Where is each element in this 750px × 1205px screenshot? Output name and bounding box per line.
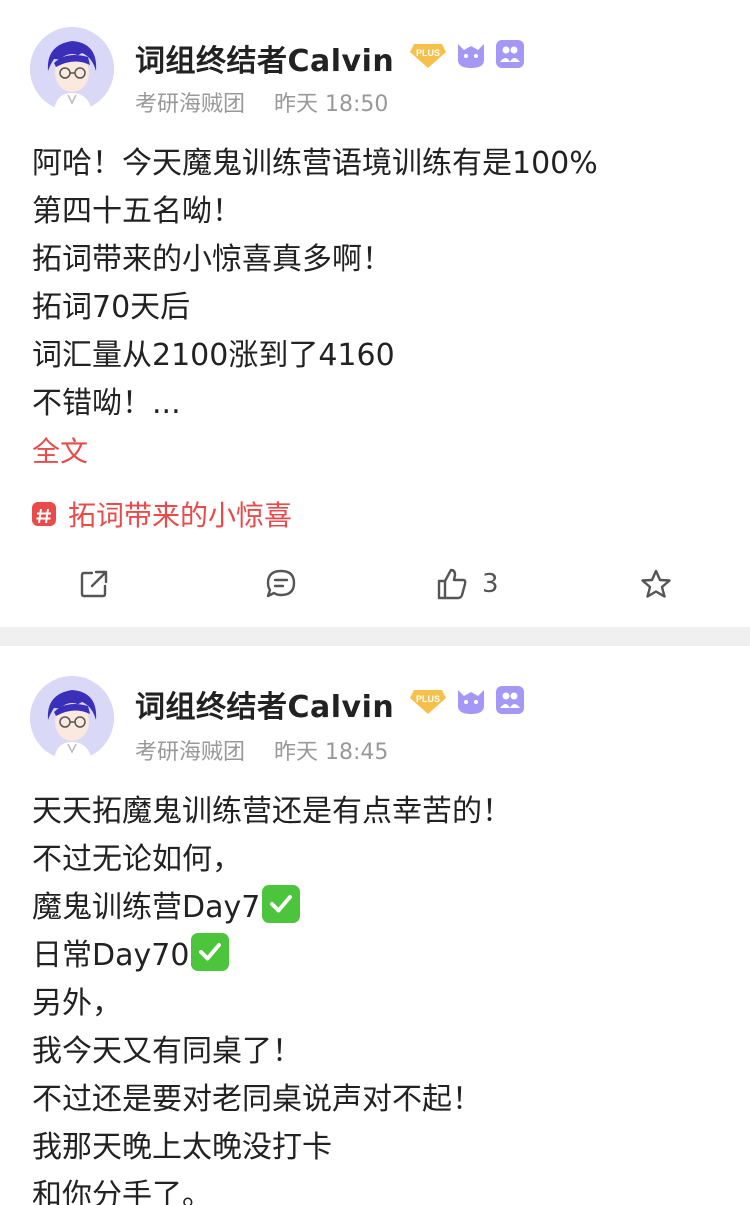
content-line: 不过无论如何， [32, 842, 242, 877]
group-badge-icon [496, 686, 524, 714]
avatar[interactable] [30, 676, 114, 760]
content-line: 日常Day70 [32, 932, 720, 980]
content-line: 词汇量从2100涨到了4160 [32, 338, 395, 373]
post-content[interactable]: 天天拓魔鬼训练营还是有点幸苦的！ 不过无论如何， 魔鬼训练营Day7 日常Day… [32, 788, 720, 1205]
topic-tag[interactable]: 拓词带来的小惊喜 [32, 494, 292, 534]
content-line: 另外， [32, 986, 122, 1021]
group-name[interactable]: 考研海贼团 [135, 92, 245, 117]
content-line: 我那天晚上太晚没打卡 [32, 1130, 332, 1165]
post-card[interactable]: 词组终结者Calvin PLUS 考研海贼团 昨天 18:45 天天拓魔鬼训练营… [0, 646, 750, 1205]
action-bar: 3 [0, 562, 750, 606]
comment-icon [266, 569, 296, 598]
content-line: 拓词70天后 [32, 290, 191, 325]
content-line: 和你分手了。 [32, 1178, 212, 1205]
plus-badge-icon: PLUS [410, 44, 446, 68]
post-content[interactable]: 阿哈！今天魔鬼训练营语境训练有是100% 第四十五名呦！ 拓词带来的小惊喜真多啊… [32, 140, 720, 428]
svg-text:PLUS: PLUS [416, 48, 440, 58]
check-mark-icon [191, 933, 230, 971]
avatar[interactable] [30, 27, 114, 111]
monster-badge-icon [458, 690, 484, 714]
post-divider [0, 627, 750, 646]
content-text: 日常Day70 [32, 938, 190, 973]
plus-badge-icon: PLUS [410, 690, 446, 714]
favorite-button[interactable] [640, 562, 672, 606]
group-badge-icon [496, 40, 524, 68]
content-line: 第四十五名呦！ [32, 194, 242, 229]
timestamp: 昨天 18:50 [274, 92, 389, 117]
comment-button[interactable] [264, 562, 298, 606]
content-line: 天天拓魔鬼训练营还是有点幸苦的！ [32, 794, 512, 829]
timestamp: 昨天 18:45 [274, 740, 389, 765]
full-text-link[interactable]: 全文 [32, 430, 88, 470]
like-button[interactable]: 3 [436, 562, 499, 606]
topic-label: 拓词带来的小惊喜 [68, 499, 293, 532]
content-line: 不错呦！... [32, 386, 181, 421]
content-line: 阿哈！今天魔鬼训练营语境训练有是100% [32, 146, 598, 181]
topic-hash-icon [32, 502, 56, 526]
badge-row: PLUS [410, 684, 524, 716]
username[interactable]: 词组终结者Calvin [135, 36, 394, 80]
like-icon [437, 568, 467, 600]
check-mark-icon [262, 885, 301, 923]
username[interactable]: 词组终结者Calvin [135, 682, 394, 726]
badge-row: PLUS [410, 38, 524, 70]
content-line: 魔鬼训练营Day7 [32, 884, 720, 932]
share-button[interactable] [78, 562, 110, 606]
post-card[interactable]: 词组终结者Calvin PLUS 考研海贼团 昨天 18:50 阿哈！今天魔鬼训… [0, 0, 750, 627]
content-line: 不过还是要对老同桌说声对不起！ [32, 1082, 482, 1117]
post-meta: 考研海贼团 昨天 18:45 [135, 734, 410, 766]
group-name[interactable]: 考研海贼团 [135, 740, 245, 765]
content-line: 拓词带来的小惊喜真多啊！ [32, 242, 392, 277]
star-icon [641, 569, 671, 598]
post-meta: 考研海贼团 昨天 18:50 [135, 86, 410, 118]
share-icon [80, 570, 108, 598]
svg-text:PLUS: PLUS [416, 694, 440, 704]
monster-badge-icon [458, 44, 484, 68]
like-count: 3 [482, 569, 499, 599]
content-text: 魔鬼训练营Day7 [32, 890, 261, 925]
content-line: 我今天又有同桌了！ [32, 1034, 302, 1069]
